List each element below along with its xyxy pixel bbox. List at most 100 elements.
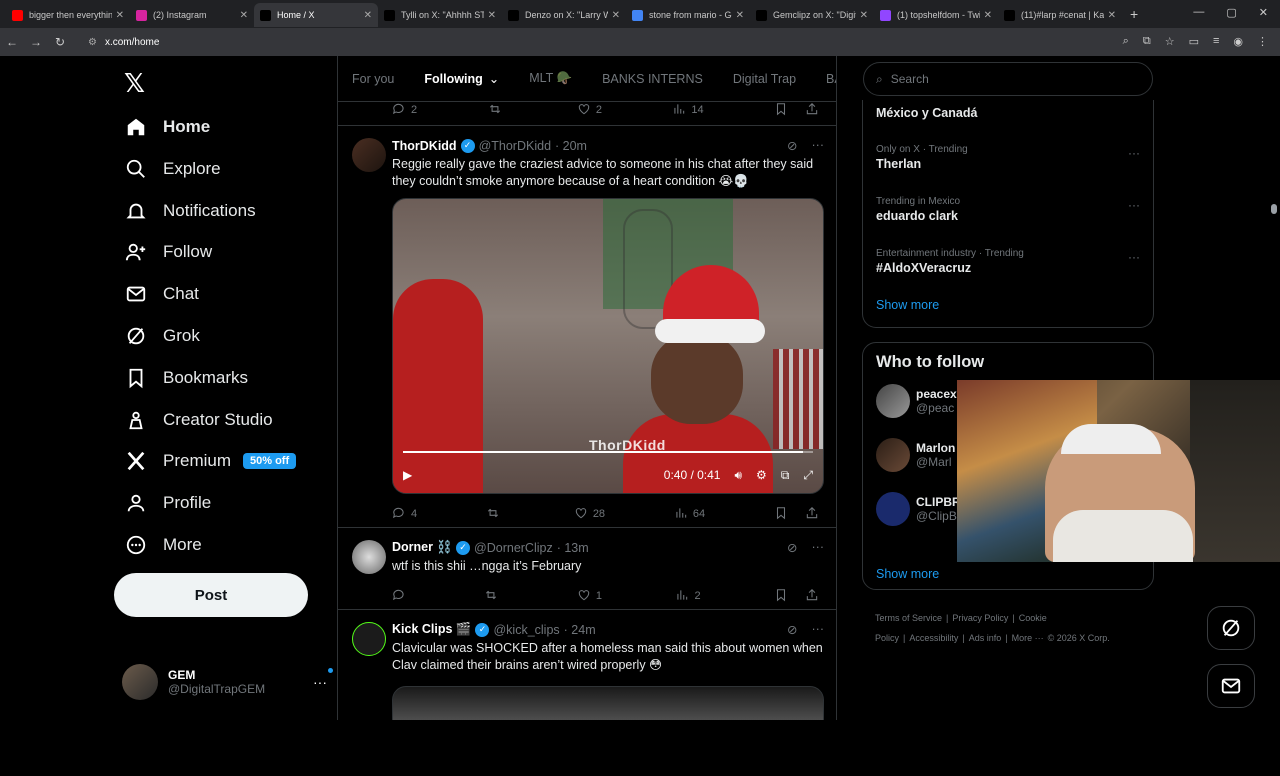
- repost-button[interactable]: [486, 506, 505, 523]
- play-icon[interactable]: ▶: [403, 468, 412, 482]
- menu-icon[interactable]: ⋮: [1257, 35, 1268, 48]
- repost-button[interactable]: [488, 102, 507, 119]
- grok-icon[interactable]: ⊘: [787, 622, 797, 637]
- minimize-icon[interactable]: —: [1193, 6, 1204, 19]
- settings-icon[interactable]: ⚙: [756, 468, 767, 483]
- post-time[interactable]: · 20m: [555, 139, 587, 153]
- follow-suggestion[interactable]: peacex @peac: [876, 381, 957, 421]
- trend-item[interactable]: Trending in Mexico eduardo clark ···: [876, 196, 1140, 223]
- footer-link[interactable]: Ads info: [969, 633, 1002, 643]
- author-name[interactable]: Kick Clips 🎬: [392, 622, 471, 637]
- zoom-icon[interactable]: ⌕: [1123, 35, 1129, 48]
- avatar[interactable]: [352, 622, 386, 656]
- avatar[interactable]: [876, 492, 910, 526]
- account-switcher[interactable]: GEM @DigitalTrapGEM ···: [122, 662, 333, 702]
- window-close-icon[interactable]: ✕: [1259, 6, 1268, 19]
- post-button[interactable]: Post: [114, 573, 308, 617]
- bookmark-star-icon[interactable]: ☆: [1165, 35, 1175, 48]
- reload-icon[interactable]: ↻: [48, 35, 72, 49]
- trend-item[interactable]: México y Canadá: [876, 104, 1140, 120]
- share-icon[interactable]: [805, 102, 824, 119]
- close-icon[interactable]: ✕: [860, 10, 868, 21]
- footer-link[interactable]: More ···: [1012, 633, 1044, 643]
- author-handle[interactable]: @ThorDKidd: [479, 139, 551, 153]
- video-progress-bar[interactable]: [403, 451, 813, 453]
- sidebar-item-creator-studio[interactable]: Creator Studio: [124, 402, 273, 438]
- sidebar-item-grok[interactable]: Grok: [124, 318, 200, 354]
- tab-for-you[interactable]: For you: [352, 72, 394, 86]
- author-handle[interactable]: @kick_clips: [493, 623, 559, 637]
- author-name[interactable]: ThorDKidd: [392, 139, 457, 153]
- browser-tab[interactable]: bigger then everything ✕: [6, 3, 130, 27]
- close-icon[interactable]: ✕: [984, 10, 992, 21]
- search-input[interactable]: ⌕ Search: [863, 62, 1153, 96]
- tab-bau[interactable]: BAU: [826, 72, 836, 86]
- grok-fab-button[interactable]: [1207, 606, 1255, 650]
- grok-icon[interactable]: ⊘: [787, 540, 797, 555]
- post-media[interactable]: [392, 686, 824, 720]
- browser-tab[interactable]: (2) Instagram ✕: [130, 3, 254, 27]
- reply-button[interactable]: 2: [392, 102, 417, 119]
- like-button[interactable]: 2: [577, 102, 602, 119]
- site-info-icon[interactable]: ⚙: [88, 37, 97, 48]
- post[interactable]: ThorDKidd ✓ @ThorDKidd · 20m ⊘ ··· Reggi…: [338, 126, 836, 528]
- author-handle[interactable]: @DornerClipz: [474, 541, 553, 555]
- fullscreen-icon[interactable]: ⤢: [803, 468, 813, 483]
- show-more-link[interactable]: Show more: [876, 567, 939, 581]
- post-time[interactable]: · 24m: [564, 623, 596, 637]
- follow-suggestion[interactable]: CLIPBR @ClipB: [876, 489, 961, 529]
- sidebar-item-premium[interactable]: Premium 50% off: [124, 443, 297, 479]
- reply-button[interactable]: 4: [392, 506, 417, 523]
- more-dots-icon[interactable]: ···: [1128, 146, 1140, 160]
- sidebar-item-explore[interactable]: Explore: [124, 151, 221, 187]
- forward-icon[interactable]: →: [24, 35, 48, 49]
- new-tab-icon[interactable]: +: [1130, 6, 1138, 22]
- tab-banks-interns[interactable]: BANKS INTERNS: [602, 72, 703, 86]
- tab-following[interactable]: Following: [424, 72, 482, 86]
- avatar[interactable]: [876, 384, 910, 418]
- close-icon[interactable]: ✕: [736, 10, 744, 21]
- author-name[interactable]: Dorner ⛓️: [392, 540, 452, 555]
- avatar[interactable]: [352, 540, 386, 574]
- sidebar-item-home[interactable]: Home: [124, 109, 210, 145]
- like-button[interactable]: 28: [574, 506, 605, 523]
- share-icon[interactable]: [805, 506, 824, 523]
- show-more-link[interactable]: Show more: [876, 298, 939, 312]
- tab-digital-trap[interactable]: Digital Trap: [733, 72, 796, 86]
- close-icon[interactable]: ✕: [488, 10, 496, 21]
- views-button[interactable]: 2: [675, 588, 701, 605]
- browser-tab[interactable]: Tylli on X: "Ahhhh STR ✕: [378, 3, 502, 27]
- browser-tab[interactable]: Denzo on X: "Larry Wi ✕: [502, 3, 626, 27]
- like-button[interactable]: 1: [577, 588, 602, 605]
- sidebar-item-bookmarks[interactable]: Bookmarks: [124, 360, 248, 396]
- volume-icon[interactable]: 🔊︎: [734, 468, 742, 483]
- sidebar-item-chat[interactable]: Chat: [124, 276, 199, 312]
- picture-in-picture-icon[interactable]: ⧉: [781, 468, 790, 483]
- bookmark-icon[interactable]: [774, 102, 793, 119]
- video-player[interactable]: ThorDKidd ▶ 0:40 / 0:41 🔊︎ ⚙ ⧉ ⤢: [392, 198, 824, 494]
- post[interactable]: Kick Clips 🎬 ✓ @kick_clips · 24m ⊘ ··· C…: [338, 610, 836, 720]
- views-button[interactable]: 14: [672, 102, 704, 119]
- share-icon[interactable]: [805, 588, 824, 605]
- follow-suggestion[interactable]: Marlon @Marl: [876, 435, 956, 475]
- more-dots-icon[interactable]: ···: [812, 540, 825, 555]
- footer-link[interactable]: Privacy Policy: [952, 613, 1008, 623]
- x-logo-icon[interactable]: 𝕏: [124, 68, 145, 99]
- close-icon[interactable]: ✕: [612, 10, 620, 21]
- repost-button[interactable]: [484, 588, 503, 605]
- more-dots-icon[interactable]: ···: [812, 622, 825, 637]
- url-field[interactable]: ⚙ x.com/home: [82, 31, 1082, 53]
- messages-fab-button[interactable]: [1207, 664, 1255, 708]
- bookmark-icon[interactable]: [774, 506, 793, 523]
- close-icon[interactable]: ✕: [1108, 10, 1116, 21]
- chevron-down-icon[interactable]: ⌄: [489, 71, 499, 86]
- browser-tab[interactable]: (1) topshelfdom - Twi ✕: [874, 3, 998, 27]
- sidebar-icon[interactable]: ▭: [1189, 35, 1199, 48]
- sidebar-item-follow[interactable]: Follow: [124, 234, 212, 270]
- more-dots-icon[interactable]: ···: [1128, 198, 1140, 212]
- browser-tab[interactable]: (11)#larp #cenat | Kai ✕: [998, 3, 1122, 27]
- close-icon[interactable]: ✕: [364, 10, 372, 21]
- more-dots-icon[interactable]: ···: [812, 138, 825, 153]
- avatar[interactable]: [876, 438, 910, 472]
- trend-item[interactable]: Entertainment industry · Trending #AldoXV…: [876, 248, 1140, 275]
